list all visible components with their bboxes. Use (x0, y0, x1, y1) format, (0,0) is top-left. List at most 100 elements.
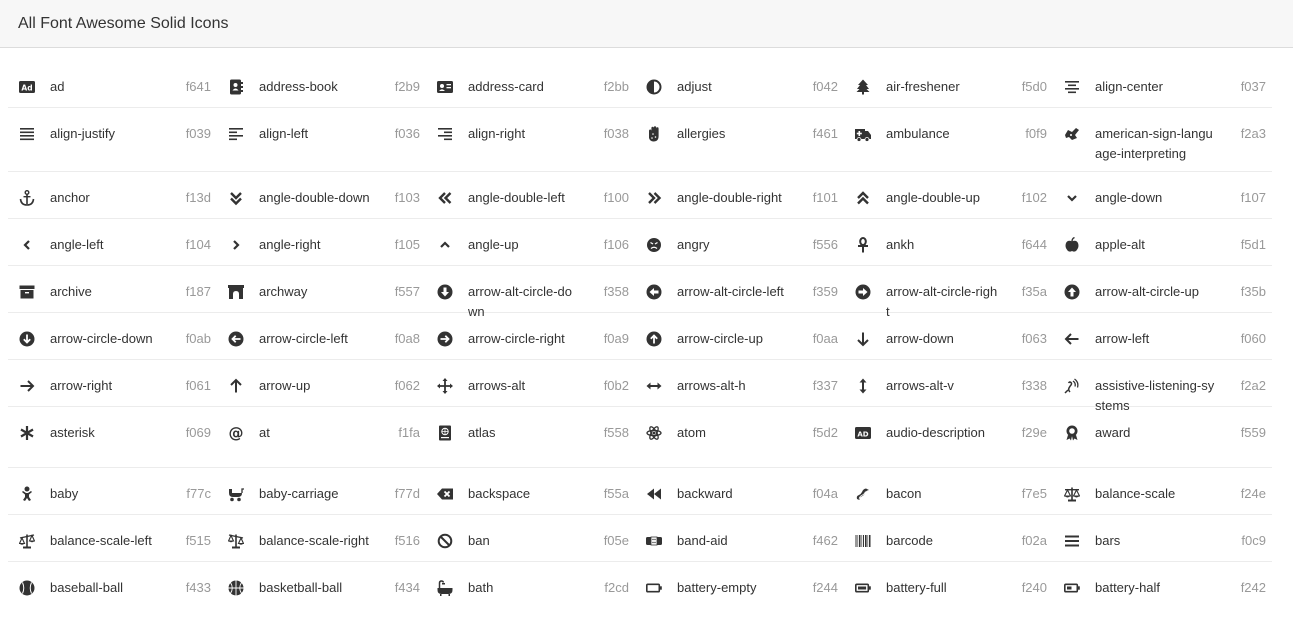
icon-unicode: f04a (812, 486, 838, 501)
icon-entry[interactable]: arrow-alt-circle-right f35a (844, 282, 1053, 319)
icon-entry[interactable]: balance-scale-left f515 (8, 531, 217, 561)
icon-entry[interactable]: baby f77c (8, 484, 217, 514)
icon-entry[interactable]: arrows-alt-h f337 (635, 376, 844, 406)
icon-entry[interactable]: atom f5d2 (635, 423, 844, 467)
icon-entry[interactable]: assistive-listening-systems f2a2 (1053, 376, 1272, 413)
icon-entry[interactable]: address-card f2bb (426, 77, 635, 107)
icon-entry[interactable]: arrows-alt-v f338 (844, 376, 1053, 406)
icon-name: atlas (468, 425, 496, 440)
icon-unicode: f77c (186, 486, 211, 501)
icon-entry[interactable]: asterisk f069 (8, 423, 217, 467)
icon-entry[interactable]: arrow-left f060 (1053, 329, 1272, 359)
icon-entry[interactable]: air-freshener f5d0 (844, 77, 1053, 107)
icon-name: band-aid (677, 533, 728, 548)
icon-unicode: f02a (1021, 533, 1047, 548)
arrow-alt-circle-down-icon (436, 283, 454, 301)
icon-entry[interactable]: arrow-circle-left f0a8 (217, 329, 426, 359)
icon-entry[interactable]: basketball-ball f434 (217, 578, 426, 609)
icon-entry[interactable]: angle-double-up f102 (844, 188, 1053, 218)
icon-entry[interactable]: arrows-alt f0b2 (426, 376, 635, 406)
icon-entry[interactable]: apple-alt f5d1 (1053, 235, 1272, 265)
icon-entry[interactable]: anchor f13d (8, 188, 217, 218)
icon-name: balance-scale-right (259, 533, 369, 548)
icon-name: baseball-ball (50, 580, 123, 595)
icon-entry[interactable]: angry f556 (635, 235, 844, 265)
award-icon (1063, 424, 1081, 442)
icon-name: arrows-alt (468, 378, 526, 393)
icon-entry[interactable]: archive f187 (8, 282, 217, 312)
icon-entry[interactable]: angle-double-right f101 (635, 188, 844, 218)
icon-name: ban (468, 533, 490, 548)
icon-name: align-left (259, 126, 309, 141)
icon-entry[interactable]: arrow-alt-circle-up f35b (1053, 282, 1272, 312)
icon-entry[interactable]: arrow-down f063 (844, 329, 1053, 359)
icon-entry[interactable]: baby-carriage f77d (217, 484, 426, 514)
icon-entry[interactable]: baseball-ball f433 (8, 578, 217, 609)
icon-grid: Ad ad f641 address-book f2b9 address-card f2bb… (8, 48, 1272, 609)
arrow-circle-up-icon (645, 330, 663, 348)
icon-entry[interactable]: Ad ad f641 (8, 77, 217, 107)
icon-name: asterisk (50, 425, 95, 440)
icon-entry[interactable]: align-justify f039 (8, 124, 217, 171)
icon-entry[interactable]: angle-left f104 (8, 235, 217, 265)
icon-entry[interactable]: angle-double-down f103 (217, 188, 426, 218)
icon-entry[interactable]: american-sign-language-interpreting f2a3 (1053, 124, 1272, 171)
icon-unicode: f558 (603, 425, 629, 440)
icon-entry[interactable]: battery-full f240 (844, 578, 1053, 609)
icon-entry[interactable]: AD audio-description f29e (844, 423, 1053, 467)
icon-entry[interactable]: adjust f042 (635, 77, 844, 107)
icon-entry[interactable]: bath f2cd (426, 578, 635, 609)
icon-entry[interactable]: align-right f038 (426, 124, 635, 171)
icon-entry[interactable]: archway f557 (217, 282, 426, 312)
icon-entry[interactable]: angle-up f106 (426, 235, 635, 265)
icon-entry[interactable]: bacon f7e5 (844, 484, 1053, 514)
icon-entry[interactable]: angle-right f105 (217, 235, 426, 265)
icon-entry[interactable]: address-book f2b9 (217, 77, 426, 107)
icon-entry[interactable]: arrow-alt-circle-down f358 (426, 282, 635, 319)
icon-entry[interactable]: battery-empty f244 (635, 578, 844, 609)
icon-unicode: f515 (185, 533, 211, 548)
icon-name: adjust (677, 79, 712, 94)
icon-entry[interactable]: battery-half f242 (1053, 578, 1272, 609)
icon-unicode: f556 (812, 237, 838, 252)
icon-entry[interactable]: angle-double-left f100 (426, 188, 635, 218)
angle-double-right-icon (645, 189, 663, 207)
icon-entry[interactable]: arrow-up f062 (217, 376, 426, 406)
angle-down-icon (1063, 189, 1081, 207)
icon-unicode: f240 (1021, 580, 1047, 595)
icon-entry[interactable]: atlas f558 (426, 423, 635, 467)
page-title: All Font Awesome Solid Icons (18, 14, 229, 32)
icon-entry[interactable]: award f559 (1053, 423, 1272, 467)
icon-entry[interactable]: ankh f644 (844, 235, 1053, 265)
icon-entry[interactable]: ban f05e (426, 531, 635, 561)
icon-unicode: f1fa (398, 425, 420, 440)
icon-entry[interactable]: allergies f461 (635, 124, 844, 171)
icon-unicode: f29e (1021, 425, 1047, 440)
icon-unicode: f036 (394, 126, 420, 141)
icon-unicode: f337 (812, 378, 838, 393)
icon-entry[interactable]: arrow-right f061 (8, 376, 217, 406)
icon-unicode: f5d2 (812, 425, 838, 440)
arrow-circle-right-icon (436, 330, 454, 348)
icon-entry[interactable]: align-center f037 (1053, 77, 1272, 107)
icon-entry[interactable]: barcode f02a (844, 531, 1053, 561)
arrow-alt-circle-right-icon (854, 283, 872, 301)
icon-entry[interactable]: arrow-alt-circle-left f359 (635, 282, 844, 312)
icon-entry[interactable]: angle-down f107 (1053, 188, 1272, 218)
icon-unicode: f359 (812, 284, 838, 299)
icon-entry[interactable]: align-left f036 (217, 124, 426, 171)
angle-left-icon (18, 236, 36, 254)
icon-entry[interactable]: balance-scale-right f516 (217, 531, 426, 561)
icon-entry[interactable]: arrow-circle-up f0aa (635, 329, 844, 359)
icon-entry[interactable]: band-aid f462 (635, 531, 844, 561)
icon-entry[interactable]: backspace f55a (426, 484, 635, 514)
icon-entry[interactable]: arrow-circle-right f0a9 (426, 329, 635, 359)
icon-entry[interactable]: balance-scale f24e (1053, 484, 1272, 514)
icon-entry[interactable]: bars f0c9 (1053, 531, 1272, 561)
ankh-icon (854, 236, 872, 254)
icon-entry[interactable]: arrow-circle-down f0ab (8, 329, 217, 359)
icon-entry[interactable]: @ at f1fa (217, 423, 426, 467)
arrow-up-icon (227, 377, 245, 395)
icon-entry[interactable]: ambulance f0f9 (844, 124, 1053, 171)
icon-entry[interactable]: backward f04a (635, 484, 844, 514)
